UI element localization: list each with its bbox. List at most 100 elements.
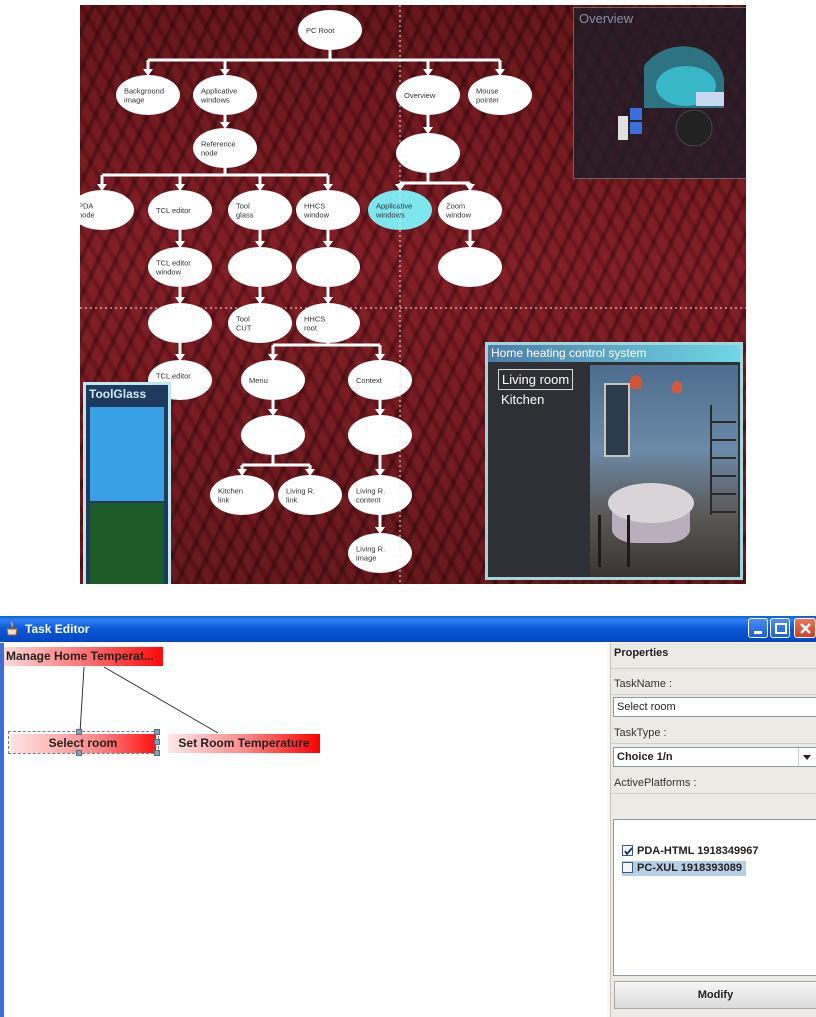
tree-node-reference-node: Referencenode: [193, 128, 257, 168]
tree-node-zoom-window: Zoomwindow: [438, 190, 502, 230]
title-bar[interactable]: Task Editor: [0, 616, 816, 642]
tree-node-label: window: [155, 268, 182, 277]
tree-node-blank-2: [296, 247, 360, 287]
tree-node-label: PC Root: [306, 26, 335, 35]
checkbox-unchecked[interactable]: [622, 862, 633, 873]
tree-arrow: [97, 184, 107, 191]
tree-node-label: Overview: [404, 91, 436, 100]
tree-arrow: [175, 184, 185, 191]
tree-arrow: [143, 69, 153, 76]
active-platforms-label: ActivePlatforms :: [614, 777, 697, 789]
divider: [611, 793, 816, 794]
tree-node-label: TCL editor: [156, 259, 191, 268]
modify-button[interactable]: Modify: [614, 981, 816, 1009]
task-node-select-room[interactable]: Select room: [10, 734, 156, 753]
hhcs-title: Home heating control system: [488, 345, 740, 362]
divider: [611, 743, 816, 744]
task-tree-canvas[interactable]: Manage Home Temperat... Select room Set …: [4, 643, 607, 1017]
task-name-field[interactable]: Select room: [613, 697, 816, 717]
tree-node-label: Applicative: [201, 87, 237, 96]
resize-handle[interactable]: [154, 729, 160, 735]
tree-node-living-r-image: Living R.image: [348, 533, 412, 573]
tree-arrow: [175, 354, 185, 361]
tree-node-blank-4: [241, 415, 305, 455]
tree-arrow: [237, 469, 247, 476]
tree-node-label: PDA: [80, 202, 93, 211]
tree-node-blank-1: [228, 247, 292, 287]
tree-arrow: [375, 409, 385, 416]
tree-node-label: glass: [236, 211, 254, 220]
checkbox-checked[interactable]: [622, 845, 633, 856]
tree-arrow: [323, 241, 333, 248]
tree-node-label: Background: [124, 87, 164, 96]
tree-node-label: image: [356, 554, 376, 563]
tree-arrow: [375, 527, 385, 534]
minimize-button[interactable]: [748, 618, 768, 638]
close-button[interactable]: [794, 618, 816, 638]
minimize-icon: [754, 631, 762, 634]
task-node-root[interactable]: Manage Home Temperat...: [4, 647, 163, 666]
tree-node-label: node: [80, 211, 95, 220]
tree-node-blank-7: [438, 247, 502, 287]
properties-header: Properties: [614, 647, 669, 659]
platform-name: PC-XUL 1918393089: [637, 862, 742, 874]
overview-panel: Overview: [573, 7, 746, 179]
resize-handle[interactable]: [76, 729, 82, 735]
task-node-set-room-temperature[interactable]: Set Room Temperature: [168, 734, 320, 753]
tree-arrow: [268, 354, 278, 361]
photo-door: [604, 383, 630, 457]
platform-item-pc-xul[interactable]: PC-XUL 1918393089: [622, 861, 746, 876]
toolglass-panel: ToolGlass: [83, 382, 171, 584]
task-name-label: TaskName :: [614, 678, 673, 690]
tree-node-menu: Menu: [241, 360, 305, 400]
tree-arrow: [423, 127, 433, 134]
tree-arrow: [175, 297, 185, 304]
tree-node-tcl-editor: TCL editor: [148, 190, 212, 230]
tree-node-label: image: [124, 96, 144, 105]
maximize-button[interactable]: [770, 618, 790, 638]
tree-node-tool-glass: Toolglass: [228, 190, 292, 230]
tree-node-label: link: [218, 496, 230, 505]
tree-node-label: windows: [200, 96, 230, 105]
tree-node-hhcs-root: HHCSroot: [296, 303, 360, 343]
toolglass-blue-area: [90, 407, 164, 501]
tree-node-label: HHCS: [304, 315, 325, 324]
tree-arrow: [423, 69, 433, 76]
tree-arrow: [255, 297, 265, 304]
tree-node-label: Menu: [249, 376, 268, 385]
resize-handle[interactable]: [154, 739, 160, 745]
java-cup-icon: [6, 621, 18, 636]
tree-arrow: [495, 69, 505, 76]
tree-node-living-r-content: Living R.content: [348, 475, 412, 515]
tree-node-label: Zoom: [446, 202, 465, 211]
room-item-living-room: Living room: [498, 369, 574, 390]
checkmark-icon: [624, 847, 633, 856]
tree-arrow: [268, 409, 278, 416]
hhcs-window: Home heating control system Living room …: [485, 342, 743, 580]
photo-lamp: [630, 375, 642, 389]
tree-node-label: TCL editor: [156, 206, 191, 215]
tree-node-label: Kitchen: [218, 487, 243, 496]
resize-handle[interactable]: [154, 750, 160, 756]
tree-node-label: window: [445, 211, 472, 220]
tree-node-label: windows: [375, 211, 405, 220]
platform-item-pda-html[interactable]: PDA-HTML 1918349967: [622, 844, 758, 859]
window-title: Task Editor: [25, 622, 90, 636]
tree-node-label: Tool: [236, 315, 250, 324]
task-type-select[interactable]: Choice 1/n: [613, 747, 816, 767]
tree-node-label: root: [304, 324, 318, 333]
tree-node-label: HHCS: [304, 202, 325, 211]
tree-arrow: [305, 469, 315, 476]
tree-node-kitchen-link: Kitchenlink: [210, 475, 274, 515]
tree-arrow: [220, 69, 230, 76]
tree-node-label: node: [201, 149, 218, 158]
tree-node-background-image: Backgroundimage: [116, 75, 180, 115]
tree-node-pc-root: PC Root: [298, 10, 362, 50]
properties-panel: Properties TaskName : Select room TaskTy…: [610, 643, 816, 1017]
scene-graph-image: PC Root Background image Applicative windows…: [80, 5, 746, 584]
resize-handle[interactable]: [76, 750, 82, 756]
tree-arrow: [375, 469, 385, 476]
tree-node-label: link: [286, 496, 298, 505]
toolglass-title: ToolGlass: [89, 387, 147, 401]
tree-arrow: [465, 184, 475, 191]
